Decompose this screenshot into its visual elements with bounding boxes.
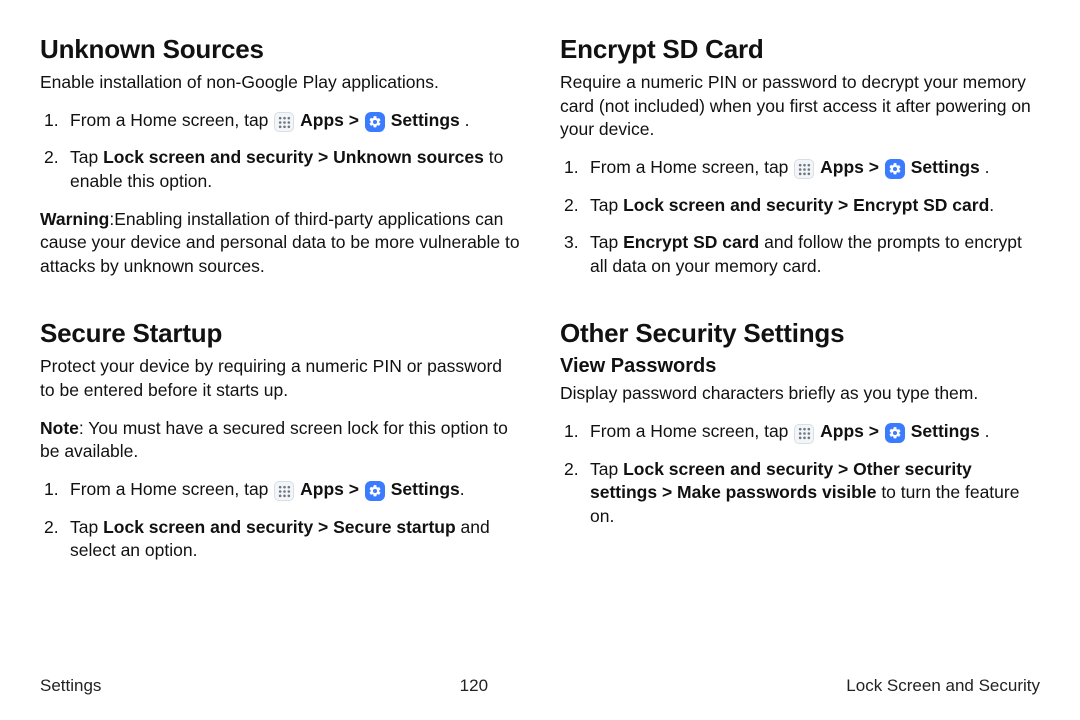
left-column: Unknown Sources Enable installation of n… <box>40 34 520 648</box>
apps-label: Apps <box>820 157 864 177</box>
section-other-security: Other Security Settings View Passwords D… <box>560 318 1040 542</box>
settings-label: Settings <box>911 421 980 441</box>
section-unknown-sources: Unknown Sources Enable installation of n… <box>40 34 520 292</box>
heading-secure-startup: Secure Startup <box>40 318 520 349</box>
subheading-view-passwords: View Passwords <box>560 355 1040 378</box>
step-bold-path: Lock screen and security > Encrypt SD ca… <box>623 195 989 215</box>
footer-page-number: 120 <box>460 676 488 696</box>
footer-left: Settings <box>40 676 101 696</box>
period: . <box>985 157 990 177</box>
note-secure-startup: Note: You must have a secured screen loc… <box>40 417 520 464</box>
step-text: From a Home screen, tap <box>590 421 793 441</box>
note-body: : You must have a secured screen lock fo… <box>40 418 508 462</box>
heading-encrypt-sd: Encrypt SD Card <box>560 34 1040 65</box>
tap-prefix: Tap <box>70 147 103 167</box>
step-item: From a Home screen, tap Apps > Settings … <box>560 156 1040 180</box>
heading-unknown-sources: Unknown Sources <box>40 34 520 65</box>
section-secure-startup: Secure Startup Protect your device by re… <box>40 318 520 576</box>
apps-icon <box>274 112 294 132</box>
tap-prefix: Tap <box>590 232 623 252</box>
step-item: Tap Lock screen and security > Encrypt S… <box>560 194 1040 218</box>
period: . <box>985 421 990 441</box>
step-bold: Encrypt SD card <box>623 232 759 252</box>
heading-other-security: Other Security Settings <box>560 318 1040 349</box>
period: . <box>989 195 994 215</box>
apps-icon <box>794 424 814 444</box>
step-item: Tap Lock screen and security > Secure st… <box>40 516 520 563</box>
step-item: From a Home screen, tap Apps > Settings … <box>40 109 520 133</box>
intro-encrypt-sd: Require a numeric PIN or password to dec… <box>560 71 1040 142</box>
intro-secure-startup: Protect your device by requiring a numer… <box>40 355 520 402</box>
step-text: From a Home screen, tap <box>70 110 273 130</box>
period: . <box>465 110 470 130</box>
settings-label: Settings <box>911 157 980 177</box>
apps-label: Apps <box>820 421 864 441</box>
intro-view-passwords: Display password characters briefly as y… <box>560 382 1040 406</box>
steps-unknown-sources: From a Home screen, tap Apps > Settings … <box>40 109 520 194</box>
warning-body: :Enabling installation of third-party ap… <box>40 209 520 276</box>
period: . <box>460 479 465 499</box>
step-item: From a Home screen, tap Apps > Settings. <box>40 478 520 502</box>
section-encrypt-sd: Encrypt SD Card Require a numeric PIN or… <box>560 34 1040 292</box>
tap-prefix: Tap <box>70 517 103 537</box>
settings-icon <box>885 423 905 443</box>
intro-unknown-sources: Enable installation of non-Google Play a… <box>40 71 520 95</box>
steps-encrypt-sd: From a Home screen, tap Apps > Settings … <box>560 156 1040 279</box>
note-label: Note <box>40 418 79 438</box>
warning-unknown-sources: Warning:Enabling installation of third-p… <box>40 208 520 279</box>
tap-prefix: Tap <box>590 195 623 215</box>
right-column: Encrypt SD Card Require a numeric PIN or… <box>560 34 1040 648</box>
steps-secure-startup: From a Home screen, tap Apps > Settings.… <box>40 478 520 563</box>
step-item: Tap Encrypt SD card and follow the promp… <box>560 231 1040 278</box>
apps-icon <box>274 481 294 501</box>
step-item: From a Home screen, tap Apps > Settings … <box>560 420 1040 444</box>
settings-label: Settings <box>391 110 460 130</box>
step-text: From a Home screen, tap <box>70 479 273 499</box>
step-item: Tap Lock screen and security > Unknown s… <box>40 146 520 193</box>
settings-icon <box>885 159 905 179</box>
warning-label: Warning <box>40 209 109 229</box>
tap-prefix: Tap <box>590 459 623 479</box>
settings-icon <box>365 112 385 132</box>
separator: > <box>869 421 884 441</box>
apps-label: Apps <box>300 479 344 499</box>
separator: > <box>349 479 364 499</box>
settings-label: Settings <box>391 479 460 499</box>
settings-icon <box>365 481 385 501</box>
page-footer: Settings 120 Lock Screen and Security <box>40 676 1040 696</box>
step-text: From a Home screen, tap <box>590 157 793 177</box>
apps-icon <box>794 159 814 179</box>
separator: > <box>349 110 364 130</box>
step-item: Tap Lock screen and security > Other sec… <box>560 458 1040 529</box>
step-bold-path: Lock screen and security > Secure startu… <box>103 517 456 537</box>
page-columns: Unknown Sources Enable installation of n… <box>40 34 1040 648</box>
step-bold-path: Lock screen and security > Unknown sourc… <box>103 147 484 167</box>
footer-right: Lock Screen and Security <box>846 676 1040 696</box>
steps-view-passwords: From a Home screen, tap Apps > Settings … <box>560 420 1040 529</box>
separator: > <box>869 157 884 177</box>
apps-label: Apps <box>300 110 344 130</box>
